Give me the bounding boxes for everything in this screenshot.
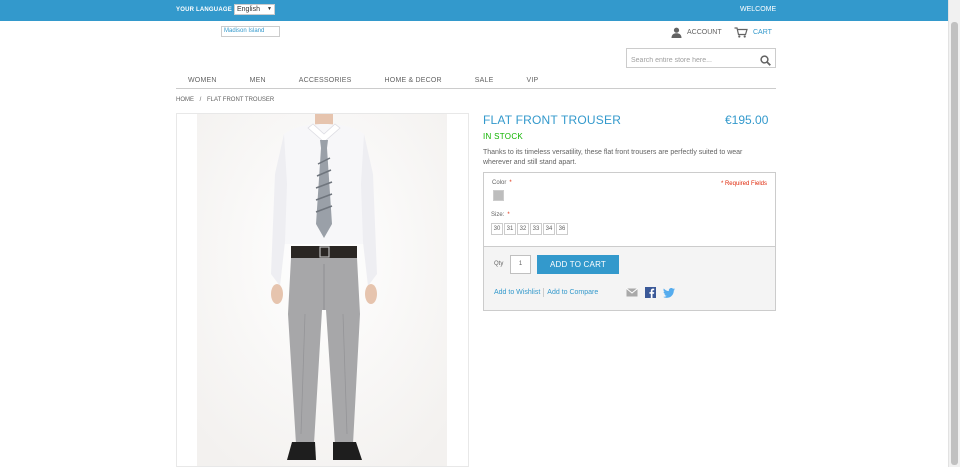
- model-illustration: [197, 114, 447, 466]
- stock-status: IN STOCK: [483, 132, 524, 141]
- language-label: YOUR LANGUAGE: [176, 7, 232, 13]
- required-asterisk: *: [507, 212, 510, 218]
- search-icon[interactable]: [760, 53, 771, 71]
- breadcrumb-current: FLAT FRONT TROUSER: [207, 97, 275, 103]
- size-option[interactable]: 33: [530, 223, 542, 235]
- size-option[interactable]: 36: [556, 223, 568, 235]
- account-link[interactable]: ACCOUNT: [671, 27, 722, 38]
- qty-input[interactable]: 1: [510, 255, 531, 274]
- nav-item-sale[interactable]: SALE: [475, 74, 494, 88]
- add-to-cart-button[interactable]: ADD TO CART: [537, 255, 619, 274]
- add-to-compare-link[interactable]: Add to Compare: [547, 289, 598, 296]
- user-icon: [671, 27, 682, 38]
- color-label-text: Color: [492, 180, 507, 186]
- twitter-icon[interactable]: [663, 287, 675, 298]
- nav-item-home-decor[interactable]: HOME & DECOR: [385, 74, 442, 88]
- product-title: FLAT FRONT TROUSER: [483, 113, 622, 127]
- add-to-cart-box: Qty 1 ADD TO CART Add to Wishlist Add to…: [483, 246, 776, 311]
- language-select[interactable]: English ▼: [234, 4, 275, 15]
- welcome-message: WELCOME: [740, 6, 777, 13]
- store-logo[interactable]: Madison Island: [221, 26, 280, 37]
- size-options: 30 31 32 33 34 36: [491, 223, 569, 235]
- search-box: [626, 48, 776, 71]
- size-label: Size: *: [491, 212, 510, 218]
- product-price: €195.00: [725, 113, 769, 127]
- size-option[interactable]: 32: [517, 223, 529, 235]
- page-scrollbar[interactable]: [948, 0, 960, 467]
- color-swatch-grey[interactable]: [493, 190, 504, 201]
- language-value: English: [237, 6, 260, 13]
- facebook-icon[interactable]: [645, 287, 656, 298]
- size-option[interactable]: 30: [491, 223, 503, 235]
- nav-item-accessories[interactable]: ACCESSORIES: [299, 74, 352, 88]
- main-nav: WOMEN MEN ACCESSORIES HOME & DECOR SALE …: [176, 74, 776, 89]
- add-to-wishlist-link[interactable]: Add to Wishlist: [494, 289, 540, 296]
- scrollbar-thumb[interactable]: [951, 22, 958, 465]
- nav-item-women[interactable]: WOMEN: [188, 74, 217, 88]
- link-divider: [543, 288, 545, 297]
- email-icon[interactable]: [626, 288, 638, 297]
- size-option[interactable]: 34: [543, 223, 555, 235]
- share-icons: [626, 287, 682, 298]
- nav-item-men[interactable]: MEN: [250, 74, 266, 88]
- cart-label: CART: [753, 29, 772, 36]
- size-label-text: Size: [491, 212, 503, 218]
- qty-label: Qty: [494, 261, 504, 267]
- nav-item-vip[interactable]: VIP: [527, 74, 539, 88]
- product-description: Thanks to its timeless versatility, thes…: [483, 149, 743, 166]
- size-option[interactable]: 31: [504, 223, 516, 235]
- product-image[interactable]: [176, 113, 469, 467]
- breadcrumb: HOME / FLAT FRONT TROUSER: [176, 97, 274, 103]
- breadcrumb-home[interactable]: HOME: [176, 97, 194, 103]
- top-bar: YOUR LANGUAGE English ▼ WELCOME: [0, 0, 960, 21]
- search-input[interactable]: [627, 51, 752, 70]
- cart-icon: [734, 27, 748, 38]
- breadcrumb-separator: /: [199, 97, 202, 103]
- account-label: ACCOUNT: [687, 29, 722, 36]
- product-links: Add to Wishlist Add to Compare: [494, 288, 598, 297]
- product-options: Color * * Required Fields Size: * 30 31 32…: [483, 172, 776, 246]
- chevron-down-icon: ▼: [267, 6, 272, 12]
- color-label: Color *: [492, 180, 512, 186]
- required-fields-note: * Required Fields: [720, 181, 767, 187]
- cart-link[interactable]: CART: [734, 27, 772, 38]
- required-asterisk: *: [509, 180, 512, 186]
